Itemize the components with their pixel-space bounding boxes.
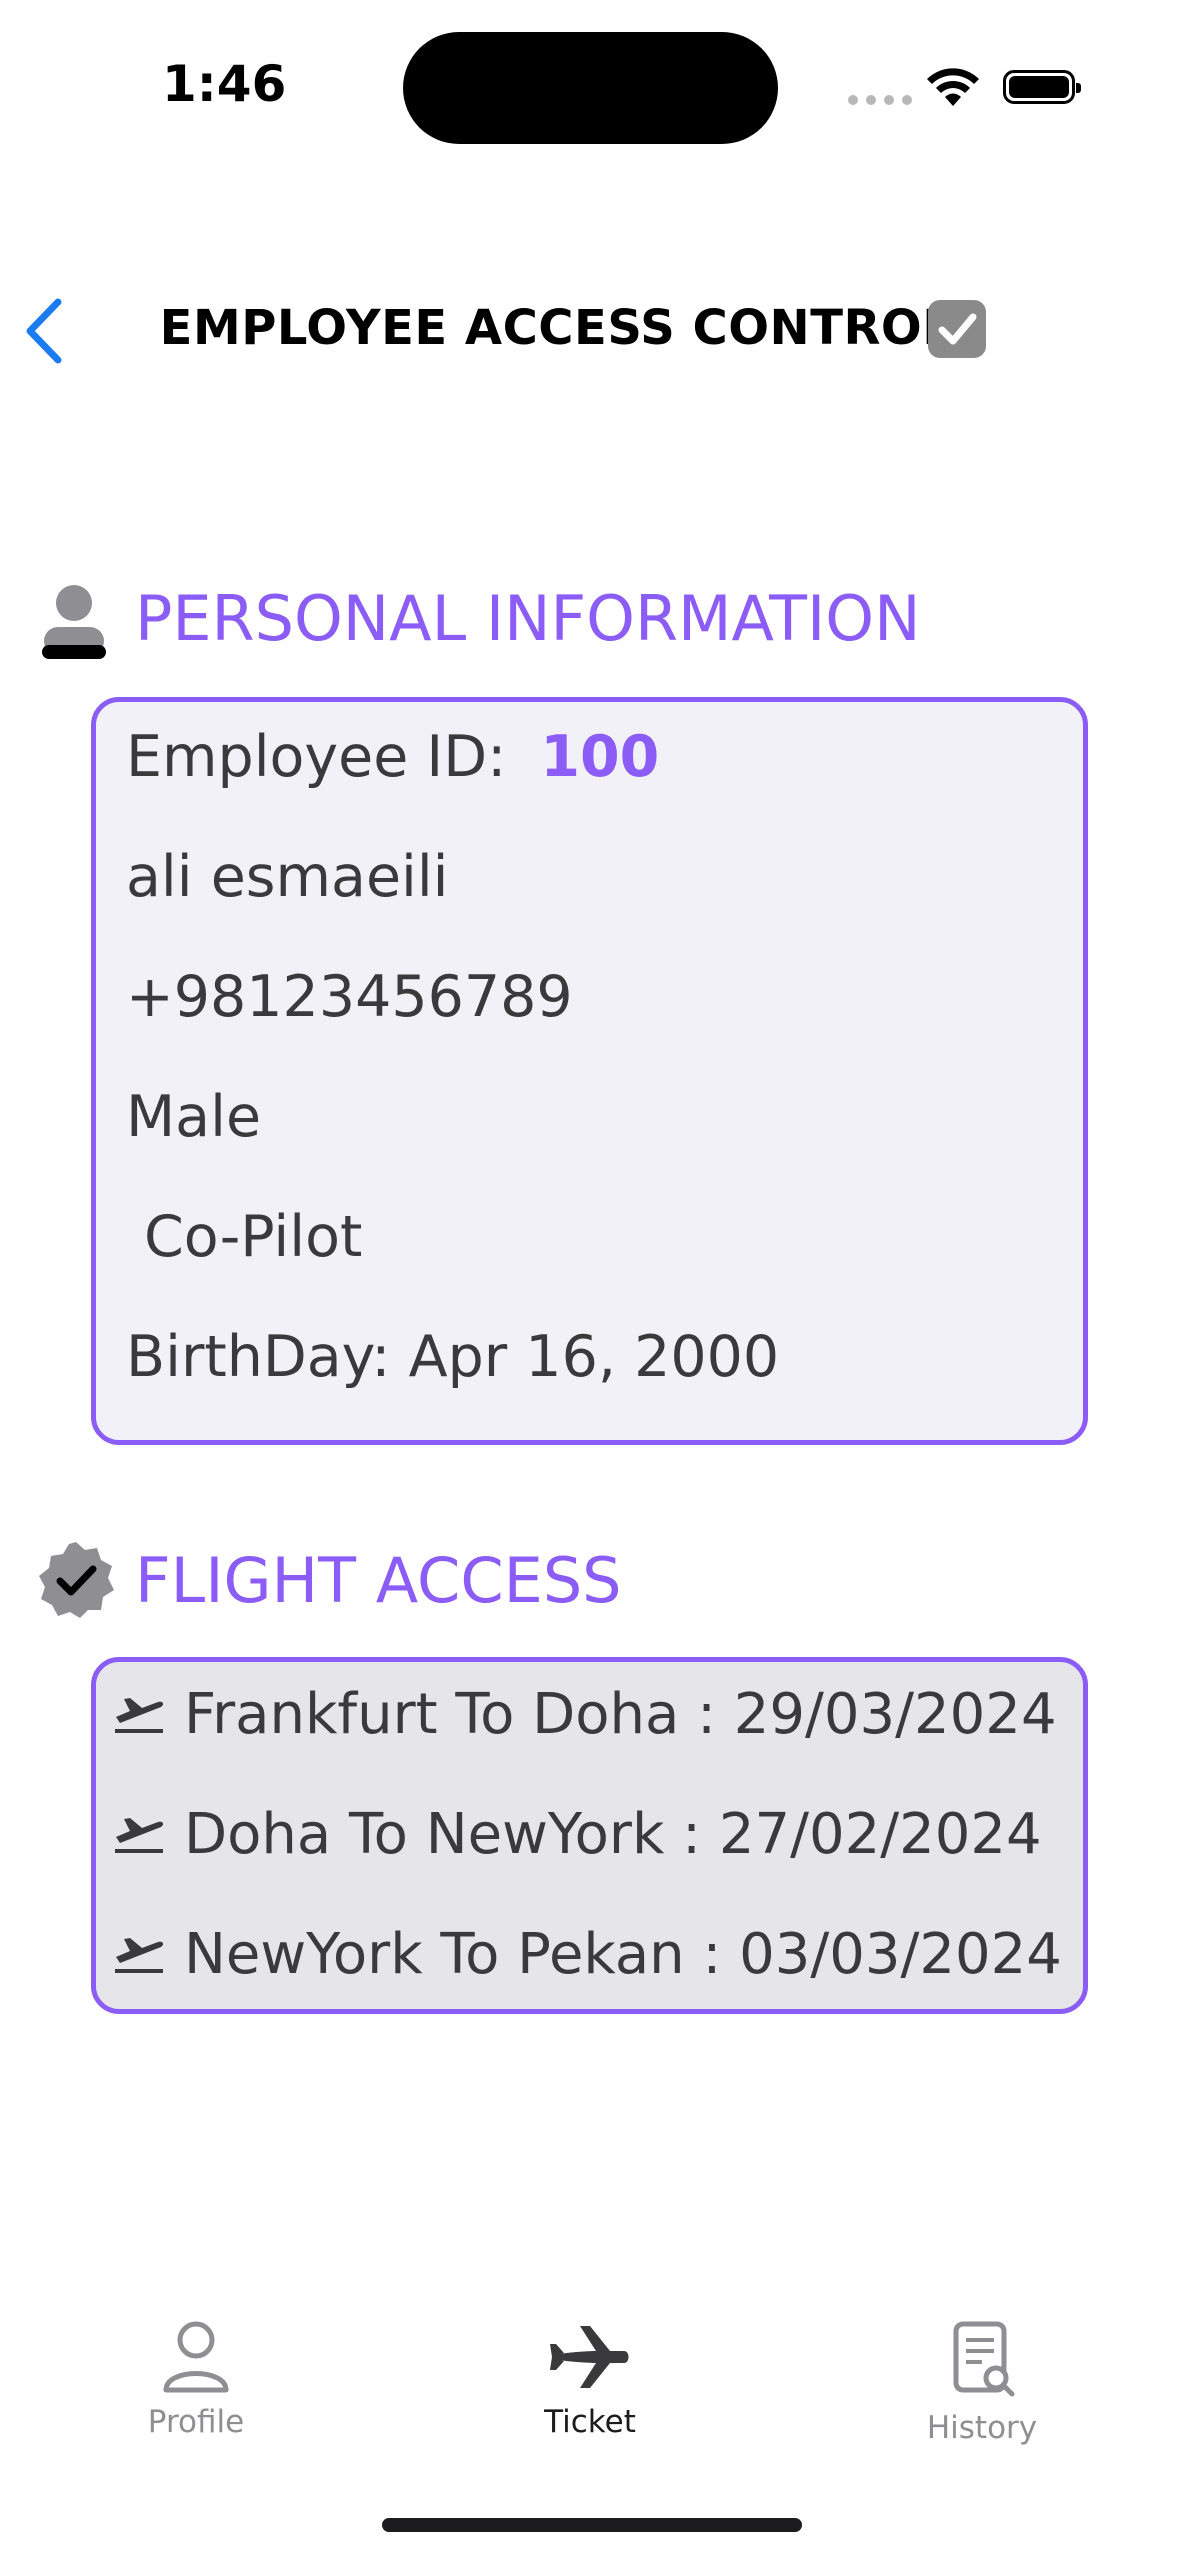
employee-id-row: Employee ID: 100 [126, 724, 659, 790]
tab-history-label: History [926, 2410, 1038, 2446]
airplane-departure-icon [115, 1817, 164, 1853]
home-indicator [382, 2518, 802, 2532]
flight-item-text: Doha To NewYork : 27/02/2024 [184, 1802, 1042, 1867]
employee-phone: +98123456789 [126, 964, 573, 1030]
flight-item-text: Frankfurt To Doha : 29/03/2024 [184, 1682, 1057, 1747]
employee-id-label: Employee ID: [126, 724, 507, 790]
checkmark-seal-icon [36, 1540, 116, 1624]
tab-ticket-label: Ticket [544, 2404, 636, 2440]
personal-section-title: PERSONAL INFORMATION [135, 582, 921, 655]
employee-birthday: BirthDay: Apr 16, 2000 [126, 1324, 780, 1390]
status-time: 1:46 [162, 55, 287, 113]
flight-item: Doha To NewYork : 27/02/2024 [112, 1802, 1042, 1867]
employee-role: Co-Pilot [144, 1204, 363, 1270]
flight-item-text: NewYork To Pekan : 03/03/2024 [184, 1922, 1062, 1987]
personal-info-card: Employee ID: 100 ali esmaeili +9812345678… [91, 697, 1088, 1445]
document-search-icon [953, 2321, 1015, 2397]
page-title-text: EMPLOYEE ACCESS CONTROL [159, 300, 954, 356]
person-icon [38, 583, 110, 665]
tab-history[interactable]: History [862, 2320, 1102, 2446]
page-title: EMPLOYEE ACCESS CONTROL [0, 300, 1179, 356]
tab-ticket[interactable]: Ticket [470, 2320, 710, 2440]
dynamic-island [403, 32, 778, 144]
flight-item: NewYork To Pekan : 03/03/2024 [112, 1922, 1062, 1987]
airplane-departure-icon [115, 1697, 164, 1733]
person-icon [163, 2321, 229, 2393]
checkmark-box-icon [928, 300, 986, 358]
wifi-icon [925, 66, 981, 112]
airplane-icon [550, 2326, 629, 2388]
employee-name: ali esmaeili [126, 844, 449, 910]
battery-icon [1003, 70, 1081, 104]
employee-id-value: 100 [540, 724, 660, 790]
flight-access-card: Frankfurt To Doha : 29/03/2024 Doha To N… [91, 1657, 1088, 2014]
employee-gender: Male [126, 1084, 262, 1150]
tab-profile-label: Profile [147, 2404, 245, 2440]
tab-profile[interactable]: Profile [76, 2320, 316, 2440]
flight-item: Frankfurt To Doha : 29/03/2024 [112, 1682, 1057, 1747]
flight-section-title: FLIGHT ACCESS [135, 1544, 622, 1617]
airplane-departure-icon [115, 1937, 164, 1973]
cellular-signal-icon [848, 95, 912, 105]
